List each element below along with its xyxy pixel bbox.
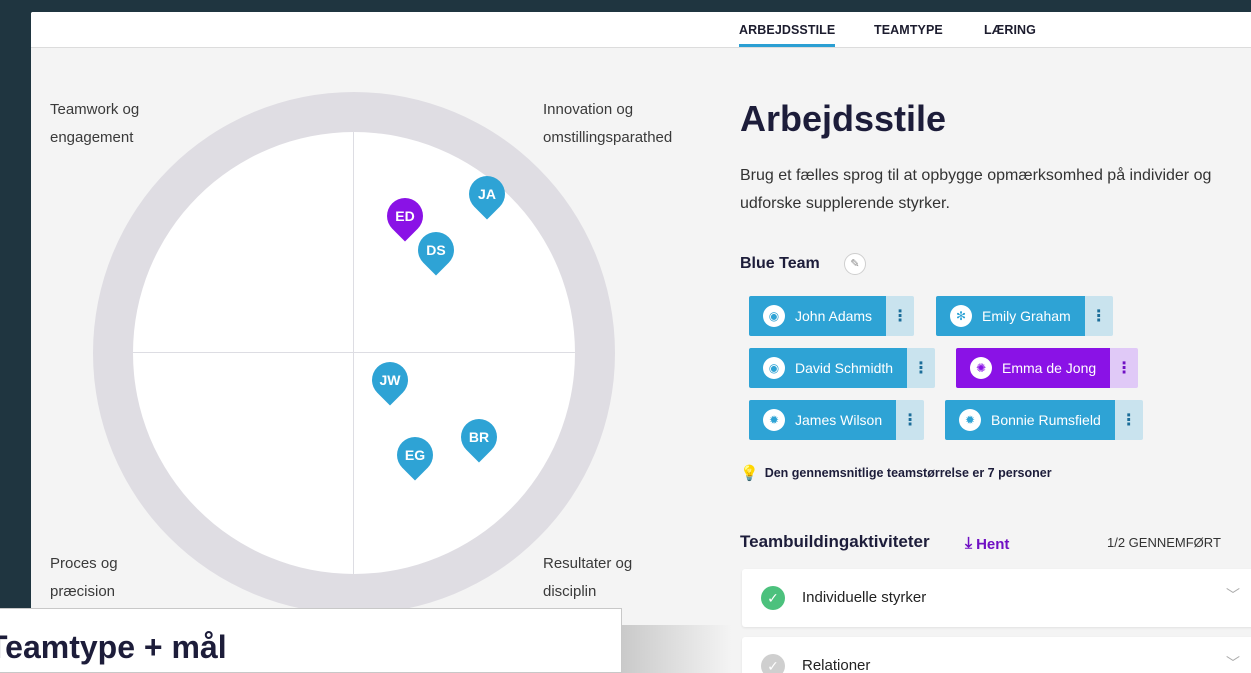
workstyle-badge-icon: ◉ xyxy=(763,357,785,379)
member-name: Emily Graham xyxy=(982,308,1071,324)
member-name: James Wilson xyxy=(795,412,883,428)
member-pin-ds[interactable]: DS xyxy=(410,224,462,276)
vertical-axis xyxy=(353,132,354,574)
chevron-down-icon[interactable]: ﹀ xyxy=(1226,585,1240,605)
member-pin-br[interactable]: BR xyxy=(453,411,505,463)
workstyle-badge-icon: ◉ xyxy=(763,305,785,327)
work-style-circle xyxy=(133,132,575,574)
check-circle-icon: ✓ xyxy=(761,586,785,610)
quadrant-label-line: Teamwork og xyxy=(50,101,140,118)
tab-arbejdsstile[interactable]: ARBEJDSSTILE xyxy=(739,23,836,47)
page-description: Brug et fælles sprog til at opbygge opmæ… xyxy=(740,167,1212,212)
workstyle-badge-icon: ✹ xyxy=(763,409,785,431)
teamtype-overlay-card: Teamtype + mål xyxy=(0,608,622,673)
kebab-menu-icon[interactable]: ⋮ xyxy=(1114,400,1143,440)
member-chip-emma-de-jong[interactable]: ✺ Emma de Jong ⋮ xyxy=(956,348,1139,388)
member-chip-john-adams[interactable]: ◉ John Adams ⋮ xyxy=(749,296,915,336)
member-chip-james-wilson[interactable]: ✹ James Wilson ⋮ xyxy=(749,400,925,440)
member-chip-bonnie-rumsfield[interactable]: ✹ Bonnie Rumsfield ⋮ xyxy=(945,400,1143,440)
activity-label: Individuelle styrker xyxy=(802,589,927,606)
horizontal-axis xyxy=(133,352,575,353)
kebab-menu-icon[interactable]: ⋮ xyxy=(896,400,925,440)
pin-initials: EG xyxy=(404,447,426,463)
pin-initials: JW xyxy=(379,372,401,388)
kebab-menu-icon[interactable]: ⋮ xyxy=(1084,296,1113,336)
quadrant-label-top-right: Innovation og omstillingsparathed xyxy=(543,96,672,152)
quadrant-label-bottom-right: Resultater og disciplin xyxy=(543,550,632,606)
member-name: David Schmidth xyxy=(795,360,894,376)
quadrant-label-line: præcision xyxy=(50,583,116,600)
quadrant-label-line: Innovation og xyxy=(543,101,634,118)
member-pin-eg[interactable]: EG xyxy=(389,429,441,481)
pin-initials: BR xyxy=(468,429,490,445)
chevron-down-icon[interactable]: ﹀ xyxy=(1226,653,1240,673)
activities-progress: 1/2 GENNEMFØRT xyxy=(1107,535,1221,550)
tab-laering[interactable]: LÆRING xyxy=(984,23,1036,37)
activities-title: Teambuildingaktiviteter xyxy=(740,532,930,551)
pin-initials: JA xyxy=(478,186,496,202)
workstyle-badge-icon: ✻ xyxy=(950,305,972,327)
member-name: Bonnie Rumsfield xyxy=(991,412,1101,428)
member-pin-jw[interactable]: JW xyxy=(364,354,416,406)
quadrant-label-line: engagement xyxy=(50,129,134,146)
download-button[interactable]: ⤓ Hent xyxy=(965,535,1009,553)
check-circle-icon: ✓ xyxy=(761,654,785,673)
overlay-title: Teamtype + mål xyxy=(0,629,227,665)
pin-initials: DS xyxy=(426,242,446,258)
pin-initials: ED xyxy=(395,208,415,224)
member-pin-ja[interactable]: JA xyxy=(461,168,513,220)
page-title: Arbejdsstile xyxy=(740,98,947,139)
quadrant-label-bottom-left: Proces og præcision xyxy=(50,550,118,606)
pencil-icon[interactable]: ✎ xyxy=(844,253,866,275)
quadrant-label-line: Resultater og xyxy=(543,555,633,572)
card-shadow xyxy=(622,625,732,673)
kebab-menu-icon[interactable]: ⋮ xyxy=(907,348,936,388)
quadrant-label-line: disciplin xyxy=(543,583,597,600)
app-frame: ARBEJDSSTILE TEAMTYPE LÆRING Teamwork og… xyxy=(31,12,1251,673)
tab-teamtype[interactable]: TEAMTYPE xyxy=(874,23,943,37)
lightbulb-icon: 💡 xyxy=(740,465,759,482)
activity-label: Relationer xyxy=(802,657,871,673)
team-name: Blue Team xyxy=(740,255,820,272)
activity-item[interactable]: ✓ Relationer ﹀ xyxy=(742,637,1251,673)
member-chip-emily-graham[interactable]: ✻ Emily Graham ⋮ xyxy=(936,296,1113,336)
average-team-size-note: 💡 Den gennemsnitlige teamstørrelse er 7 … xyxy=(740,464,1052,482)
average-note-text: Den gennemsnitlige teamstørrelse er 7 pe… xyxy=(764,466,1052,480)
kebab-menu-icon[interactable]: ⋮ xyxy=(1110,348,1139,388)
member-name: John Adams xyxy=(795,308,873,324)
download-icon: ⤓ xyxy=(965,535,973,552)
member-name: Emma de Jong xyxy=(1002,360,1097,376)
quadrant-label-line: Proces og xyxy=(50,555,118,572)
member-chip-david-schmidth[interactable]: ◉ David Schmidth ⋮ xyxy=(749,348,936,388)
top-nav: ARBEJDSSTILE TEAMTYPE LÆRING xyxy=(31,12,1251,48)
kebab-menu-icon[interactable]: ⋮ xyxy=(886,296,915,336)
download-label: Hent xyxy=(976,535,1010,553)
activity-item[interactable]: ✓ Individuelle styrker ﹀ xyxy=(742,569,1251,627)
workstyle-badge-icon: ✹ xyxy=(959,409,981,431)
quadrant-label-top-left: Teamwork og engagement xyxy=(50,96,139,152)
workstyle-badge-icon: ✺ xyxy=(970,357,992,379)
quadrant-label-line: omstillingsparathed xyxy=(543,129,673,146)
